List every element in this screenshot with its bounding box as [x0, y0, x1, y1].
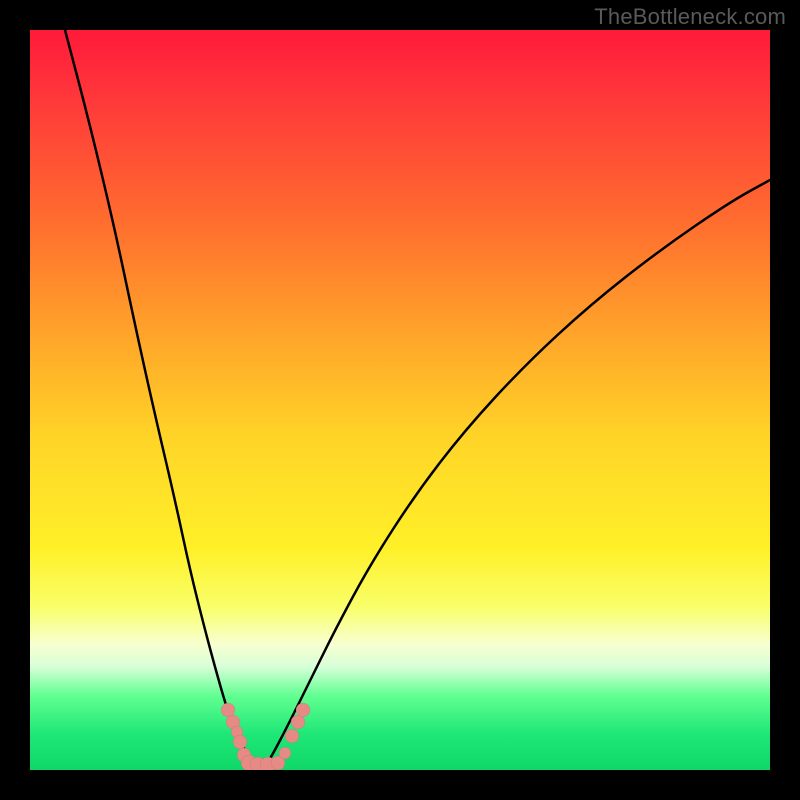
marker-group — [221, 703, 310, 770]
plot-area — [30, 30, 770, 770]
curve-right-curve — [268, 180, 770, 762]
watermark-text: TheBottleneck.com — [594, 4, 786, 30]
data-marker — [279, 747, 291, 759]
data-marker — [233, 735, 247, 749]
curve-left-curve — [65, 30, 252, 762]
data-marker — [285, 729, 299, 743]
curve-group — [65, 30, 770, 762]
curves-svg — [30, 30, 770, 770]
data-marker — [296, 703, 310, 717]
outer-frame: TheBottleneck.com — [0, 0, 800, 800]
